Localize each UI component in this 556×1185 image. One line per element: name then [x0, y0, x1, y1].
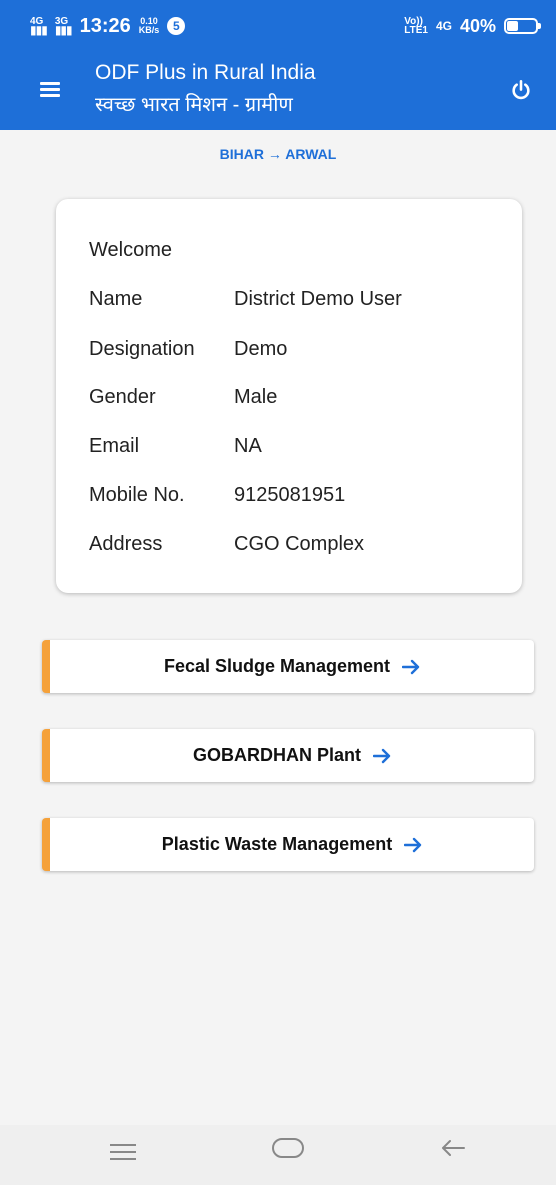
- mobile-value: 9125081951: [234, 484, 346, 506]
- designation-value: Demo: [234, 338, 288, 360]
- arrow-right-icon: [373, 748, 391, 763]
- info-row-mobile: Mobile No. 9125081951: [89, 484, 345, 512]
- battery-percent-text: 40%: [459, 15, 496, 36]
- status-bar-left: 4G ▮▮▮ 3G ▮▮▮ 13:26 0.10 KB/s 5: [30, 14, 186, 38]
- mobile-label: Mobile No.: [89, 484, 185, 506]
- volte-bottom-label: LTE1: [404, 25, 428, 36]
- welcome-heading: Welcome: [89, 239, 172, 261]
- system-navigation-bar: [0, 1125, 556, 1185]
- status-time: 13:26: [79, 14, 131, 37]
- hamburger-menu-icon[interactable]: [40, 82, 60, 98]
- gobardhan-plant-button[interactable]: GOBARDHAN Plant: [42, 729, 534, 782]
- network-speed-unit: KB/s: [138, 25, 160, 35]
- battery-icon: [504, 18, 541, 34]
- address-value: CGO Complex: [234, 533, 365, 555]
- info-row-gender: Gender Male: [89, 386, 277, 414]
- notification-count-badge: 5: [167, 17, 186, 35]
- battery-level-fill: [507, 21, 519, 31]
- info-row-email: Email NA: [89, 435, 262, 463]
- network-type-label: 4G: [435, 19, 452, 33]
- arrow-right-icon: [402, 659, 420, 674]
- power-icon[interactable]: [510, 79, 532, 101]
- status-bar: 4G ▮▮▮ 3G ▮▮▮ 13:26 0.10 KB/s 5 Vo)) LTE…: [0, 0, 556, 52]
- address-label: Address: [89, 533, 163, 555]
- arrow-right-icon: [404, 837, 422, 852]
- info-row-name: Name District Demo User: [89, 288, 402, 316]
- info-row-designation: Designation Demo: [89, 338, 287, 366]
- recent-apps-icon[interactable]: [110, 1144, 136, 1162]
- fecal-sludge-management-label: Fecal Sludge Management: [163, 656, 391, 676]
- sim2-signal-icon: 3G ▮▮▮: [54, 16, 73, 37]
- home-icon[interactable]: [272, 1138, 304, 1158]
- info-row-address: Address CGO Complex: [89, 533, 364, 561]
- volte-icon: Vo)) LTE1: [404, 17, 428, 36]
- back-icon[interactable]: [440, 1138, 466, 1158]
- plastic-waste-management-label: Plastic Waste Management: [161, 834, 393, 854]
- app-title: ODF Plus in Rural India: [95, 61, 316, 84]
- gender-value: Male: [234, 386, 278, 408]
- app-bar: ODF Plus in Rural India स्वच्छ भारत मिशन…: [0, 52, 556, 130]
- gobardhan-plant-label: GOBARDHAN Plant: [192, 745, 361, 765]
- status-bar-right: Vo)) LTE1 4G 40%: [404, 15, 541, 37]
- network-speed: 0.10 KB/s: [139, 17, 160, 35]
- gender-label: Gender: [89, 386, 156, 408]
- sim1-signal-icon: 4G ▮▮▮: [30, 16, 48, 37]
- location-breadcrumb: BIHAR → ARWAL: [219, 146, 337, 162]
- fecal-sludge-management-button[interactable]: Fecal Sludge Management: [42, 640, 534, 693]
- email-label: Email: [89, 435, 140, 457]
- name-value: District Demo User: [234, 288, 402, 310]
- email-value: NA: [234, 435, 262, 457]
- designation-label: Designation: [89, 338, 195, 360]
- app-subtitle: स्वच्छ भारत मिशन - ग्रामीण: [95, 94, 293, 116]
- name-label: Name: [89, 288, 143, 310]
- plastic-waste-management-button[interactable]: Plastic Waste Management: [42, 818, 534, 871]
- profile-card: Welcome Name District Demo User Designat…: [56, 199, 522, 593]
